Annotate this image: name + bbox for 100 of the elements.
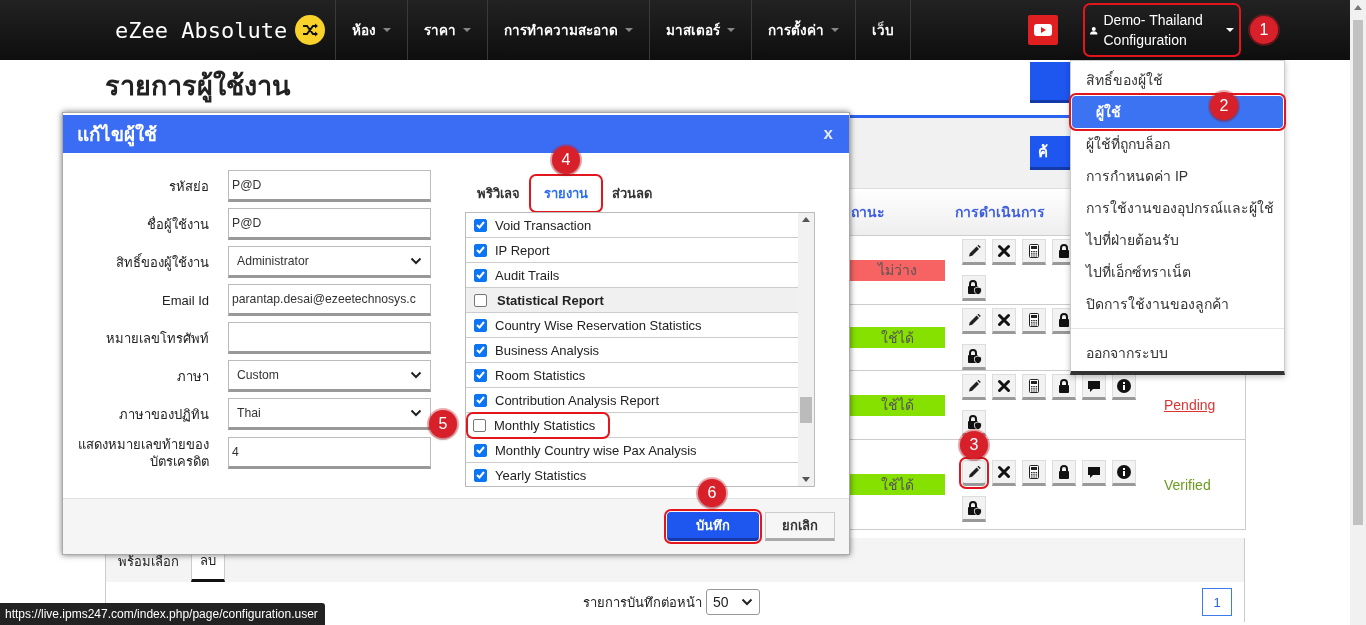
nav-menu[interactable]: การทำความสะอาด	[487, 0, 649, 60]
input-field[interactable]: 4	[228, 437, 431, 469]
checkbox[interactable]	[474, 468, 487, 482]
tab[interactable]: พริวิเลจ	[465, 177, 532, 210]
delete-button[interactable]	[992, 460, 1016, 486]
menu-item[interactable]: การใช้งานของอุปกรณ์และผู้ใช้	[1071, 192, 1284, 224]
checkbox[interactable]	[474, 443, 487, 457]
lock-button[interactable]	[1052, 460, 1076, 486]
status-label: ใช้ได้	[850, 394, 945, 416]
status-label: ใช้ได้	[850, 327, 945, 348]
checkbox[interactable]	[474, 218, 487, 232]
scroll-down-icon[interactable]	[802, 477, 810, 482]
comment-button[interactable]	[1082, 374, 1106, 400]
lock-shield-icon	[966, 414, 982, 430]
delete-button[interactable]	[992, 308, 1016, 334]
report-name: Business Analysis	[495, 342, 600, 358]
info-button[interactable]	[1112, 374, 1136, 400]
step-number-badge: 4	[552, 146, 580, 174]
lock-shield-button[interactable]	[962, 410, 986, 436]
edit-button[interactable]	[962, 374, 986, 400]
lock-shield-button[interactable]	[962, 496, 986, 522]
lock-button[interactable]	[1052, 374, 1076, 400]
per-page-select[interactable]: 50	[706, 589, 760, 615]
report-name: Room Statistics	[495, 367, 586, 383]
lock-icon	[1056, 464, 1072, 480]
menu-item[interactable]: ผู้ใช้ที่ถูกบล็อก	[1071, 128, 1284, 160]
field-label: สิทธิ์ของผู้ใช้งาน	[115, 253, 209, 271]
scroll-up-icon[interactable]	[1354, 5, 1362, 10]
checkbox[interactable]	[474, 343, 487, 357]
nav-menu[interactable]: เว็บ	[855, 0, 910, 60]
cancel-button[interactable]: ยกเลิก	[765, 512, 835, 541]
field-label: ภาษาของปฏิทิน	[118, 405, 209, 423]
dropdown-field[interactable]: Thai	[228, 398, 431, 430]
shuffle-icon[interactable]	[295, 15, 326, 45]
menu-item[interactable]: ไปที่เอ็กซ์ทราเน็ต	[1071, 256, 1284, 288]
checkbox[interactable]	[474, 368, 487, 382]
scroll-up-icon[interactable]	[802, 217, 810, 222]
calculator-button[interactable]	[1022, 460, 1046, 486]
app-logo: eZee Absolute	[115, 17, 288, 43]
checkbox[interactable]	[474, 318, 487, 332]
page-title: รายการผู้ใช้งาน	[105, 72, 290, 101]
video-play-icon[interactable]	[1028, 15, 1058, 45]
close-icon	[996, 464, 1012, 480]
status-label: ไม่ว่าง	[850, 259, 945, 281]
tab[interactable]: ส่วนลด	[600, 177, 664, 210]
calculator-icon	[1026, 378, 1042, 394]
checkbox[interactable]	[474, 393, 487, 407]
calculator-icon	[1026, 312, 1042, 328]
lock-shield-button[interactable]	[962, 275, 986, 301]
comment-button[interactable]	[1082, 460, 1106, 486]
edit-button[interactable]	[962, 308, 986, 334]
nav-menu[interactable]: ห้อง	[335, 0, 407, 60]
checkbox[interactable]	[474, 268, 487, 282]
close-icon	[996, 378, 1012, 394]
info-icon	[1116, 464, 1132, 480]
input-field[interactable]	[228, 322, 431, 354]
scrollbar-thumb[interactable]	[1353, 20, 1363, 525]
lock-shield-icon	[966, 279, 982, 295]
pencil-icon	[966, 243, 982, 259]
column-header[interactable]: ถานะ	[851, 201, 955, 223]
verification-link[interactable]: Pending	[1164, 397, 1216, 413]
input-field[interactable]: parantap.desai@ezeetechnosys.c	[228, 284, 431, 316]
close-icon	[996, 312, 1012, 328]
speech-bubble-icon	[1086, 378, 1102, 394]
nav-menu[interactable]: มาสเตอร์	[649, 0, 751, 60]
column-header[interactable]: การดำเนินการ	[955, 201, 1045, 223]
checkbox[interactable]	[473, 418, 486, 432]
field-label: ชื่อผู้ใช้งาน	[146, 215, 209, 233]
nav-menu[interactable]: การตั้งค่า	[751, 0, 855, 60]
edit-button[interactable]	[962, 239, 986, 265]
dropdown-field[interactable]: Custom	[228, 360, 431, 392]
checkbox[interactable]	[474, 293, 487, 307]
search-button[interactable]: ค้	[1030, 136, 1070, 170]
dropdown-field[interactable]: Administrator	[228, 246, 431, 278]
lock-shield-button[interactable]	[962, 344, 986, 370]
caret-icon	[463, 28, 471, 32]
input-field[interactable]: P@D	[228, 208, 431, 240]
delete-button[interactable]	[992, 374, 1016, 400]
menu-item[interactable]: ไปที่ฝ่ายต้อนรับ	[1071, 224, 1284, 256]
field-label: รหัสย่อ	[168, 177, 209, 195]
scrollbar-thumb[interactable]	[800, 397, 812, 423]
field-label: แสดงหมายเลขท้ายของบัตรเครดิต	[77, 436, 209, 470]
menu-item[interactable]: ออกจากระบบ	[1071, 337, 1284, 369]
step-number-badge: 6	[698, 479, 726, 507]
delete-button[interactable]	[992, 239, 1016, 265]
chevron-down-icon	[410, 409, 422, 417]
calculator-button[interactable]	[1022, 239, 1046, 265]
field-label: หมายเลขโทรศัพท์	[105, 329, 209, 347]
info-button[interactable]	[1112, 460, 1136, 486]
page-button[interactable]: 1	[1202, 588, 1232, 616]
close-button[interactable]: x	[823, 124, 833, 144]
dialog-title: แก้ไขผู้ใช้	[77, 122, 157, 149]
calculator-button[interactable]	[1022, 374, 1046, 400]
report-name: IP Report	[495, 242, 550, 258]
calculator-button[interactable]	[1022, 308, 1046, 334]
checkbox[interactable]	[474, 243, 487, 257]
menu-item[interactable]: การกำหนดค่า IP	[1071, 160, 1284, 192]
input-field[interactable]: P@D	[228, 170, 431, 202]
menu-item[interactable]: ปิดการใช้งานของลูกค้า	[1071, 288, 1284, 320]
nav-menu[interactable]: ราคา	[407, 0, 487, 60]
